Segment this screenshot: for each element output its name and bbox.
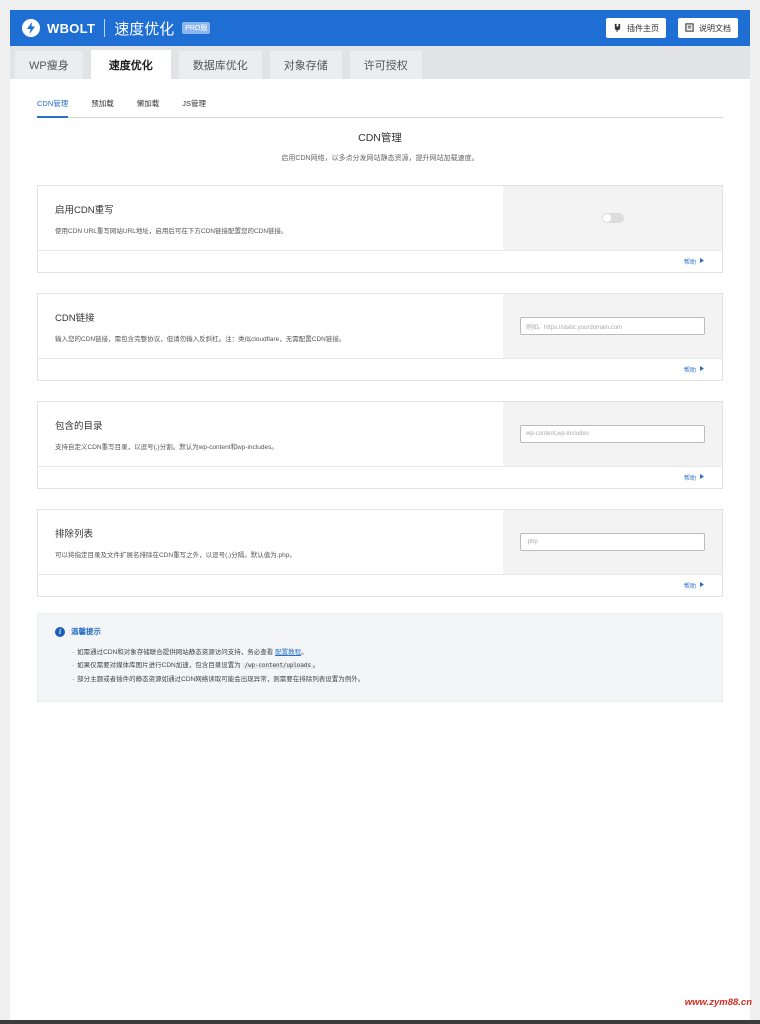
uploads-path-code: /wp-content/uploads [242, 663, 313, 669]
card-title: 排除列表 [55, 528, 94, 540]
help-link[interactable]: 帮助 [684, 365, 704, 374]
tab-database-optimize[interactable]: 数据库优化 [178, 51, 262, 79]
main-tabs: WP瘦身 速度优化 数据库优化 对象存储 许可授权 [10, 46, 750, 79]
cdn-enable-card: 启用CDN重写 使用CDN URL重写网站URL地址，启用后可在下方CDN链接配… [37, 185, 723, 273]
include-dirs-input[interactable]: wp-content,wp-includes [520, 425, 705, 443]
bottom-bar [0, 1020, 760, 1024]
docs-label: 说明文档 [699, 23, 731, 33]
subtab-lazyload[interactable]: 懒加载 [137, 98, 160, 118]
card-description: 输入您的CDN链接，需包含完整协议，但请勿输入反斜杠。注：类似cloudflar… [55, 335, 346, 343]
tip-item: · 如果仅需要对媒体库图片进行CDN加速，包含目录设置为 /wp-content/… [72, 662, 320, 669]
tip-item: · 部分主题或者插件的静态资源如通过CDN网络读取可能会出现异常，则需要在排除列表… [72, 676, 365, 683]
card-title: CDN链接 [55, 312, 95, 324]
help-link[interactable]: 帮助 [684, 581, 704, 590]
caret-right-icon [700, 258, 704, 265]
tip-item: · 如需通过CDN和对象存储联合提供网站静态资源访问支持，务必查看 配置教程。 [72, 649, 308, 656]
watermark: www.zym88.cn [684, 997, 752, 1008]
docs-button[interactable]: 说明文档 [678, 18, 738, 38]
exclude-list-card: 排除列表 可以将指定目录及文件扩展名排除在CDN重写之外，以逗号(,)分隔。默认… [37, 509, 723, 597]
card-title: 包含的目录 [55, 420, 103, 432]
tab-speed-optimize[interactable]: 速度优化 [90, 50, 171, 79]
header-divider [104, 19, 106, 37]
plugin-home-label: 插件主页 [627, 23, 659, 33]
help-link[interactable]: 帮助 [684, 257, 704, 266]
pro-badge: PRO版 [182, 22, 211, 34]
section-title: CDN管理 [358, 132, 402, 144]
cdn-enable-toggle[interactable] [601, 213, 624, 223]
cdn-link-input[interactable]: 例如。https://static.yourdomain.com [520, 317, 705, 335]
plugin-icon [613, 23, 622, 34]
document-icon [685, 22, 694, 34]
toggle-knob [602, 214, 611, 222]
tab-wp-slim[interactable]: WP瘦身 [15, 51, 83, 79]
tips-title: 温馨提示 [71, 627, 101, 636]
help-label: 帮助 [683, 260, 696, 266]
tips-list: · 如需通过CDN和对象存储联合提供网站静态资源访问支持，务必查看 配置教程。 ·… [55, 646, 705, 686]
help-link[interactable]: 帮助 [684, 473, 704, 482]
tab-object-storage[interactable]: 对象存储 [269, 51, 342, 79]
caret-right-icon [700, 366, 704, 373]
tab-license[interactable]: 许可授权 [349, 51, 422, 79]
plugin-home-button[interactable]: 插件主页 [606, 18, 666, 38]
card-description: 支持自定义CDN重写目录，以逗号(,)分割。默认为wp-content和wp-i… [55, 443, 278, 451]
plugin-header: WBOLT 速度优化 PRO版 插件主页 说明文档 [10, 10, 750, 46]
page-title: 速度优化 [114, 20, 175, 38]
help-label: 帮助 [683, 584, 696, 590]
config-tutorial-link[interactable]: 配置教程 [275, 649, 301, 656]
subtab-js[interactable]: JS管理 [182, 98, 206, 118]
help-label: 帮助 [683, 368, 696, 374]
cdn-link-card: CDN链接 输入您的CDN链接，需包含完整协议，但请勿输入反斜杠。注：类似clo… [37, 293, 723, 381]
exclude-list-input[interactable]: .php [520, 533, 705, 551]
card-description: 使用CDN URL重写网站URL地址，启用后可在下方CDN链接配置您的CDN链接… [55, 227, 288, 235]
caret-right-icon [700, 474, 704, 481]
help-label: 帮助 [683, 476, 696, 482]
tips-box: i 温馨提示 · 如需通过CDN和对象存储联合提供网站静态资源访问支持，务必查看 … [37, 613, 723, 702]
lightning-icon [22, 19, 40, 37]
section-description: 启用CDN网络，以多点分发网站静态资源，提升网站加载速度。 [281, 155, 479, 162]
brand-name: WBOLT [47, 20, 96, 36]
include-dirs-card: 包含的目录 支持自定义CDN重写目录，以逗号(,)分割。默认为wp-conten… [37, 401, 723, 489]
card-title: 启用CDN重写 [55, 204, 114, 216]
info-icon: i [55, 626, 65, 637]
subtab-preload[interactable]: 预加载 [91, 98, 114, 118]
caret-right-icon [700, 582, 704, 589]
brand-logo: WBOLT [22, 19, 95, 37]
sub-tabs: CDN管理 预加载 懒加载 JS管理 [37, 98, 723, 118]
plugin-settings-page: WBOLT 速度优化 PRO版 插件主页 说明文档 WP瘦身 速度优化 数据库优… [10, 10, 750, 1020]
card-description: 可以将指定目录及文件扩展名排除在CDN重写之外，以逗号(,)分隔。默认值为.ph… [55, 551, 296, 559]
subtab-cdn[interactable]: CDN管理 [37, 98, 69, 118]
